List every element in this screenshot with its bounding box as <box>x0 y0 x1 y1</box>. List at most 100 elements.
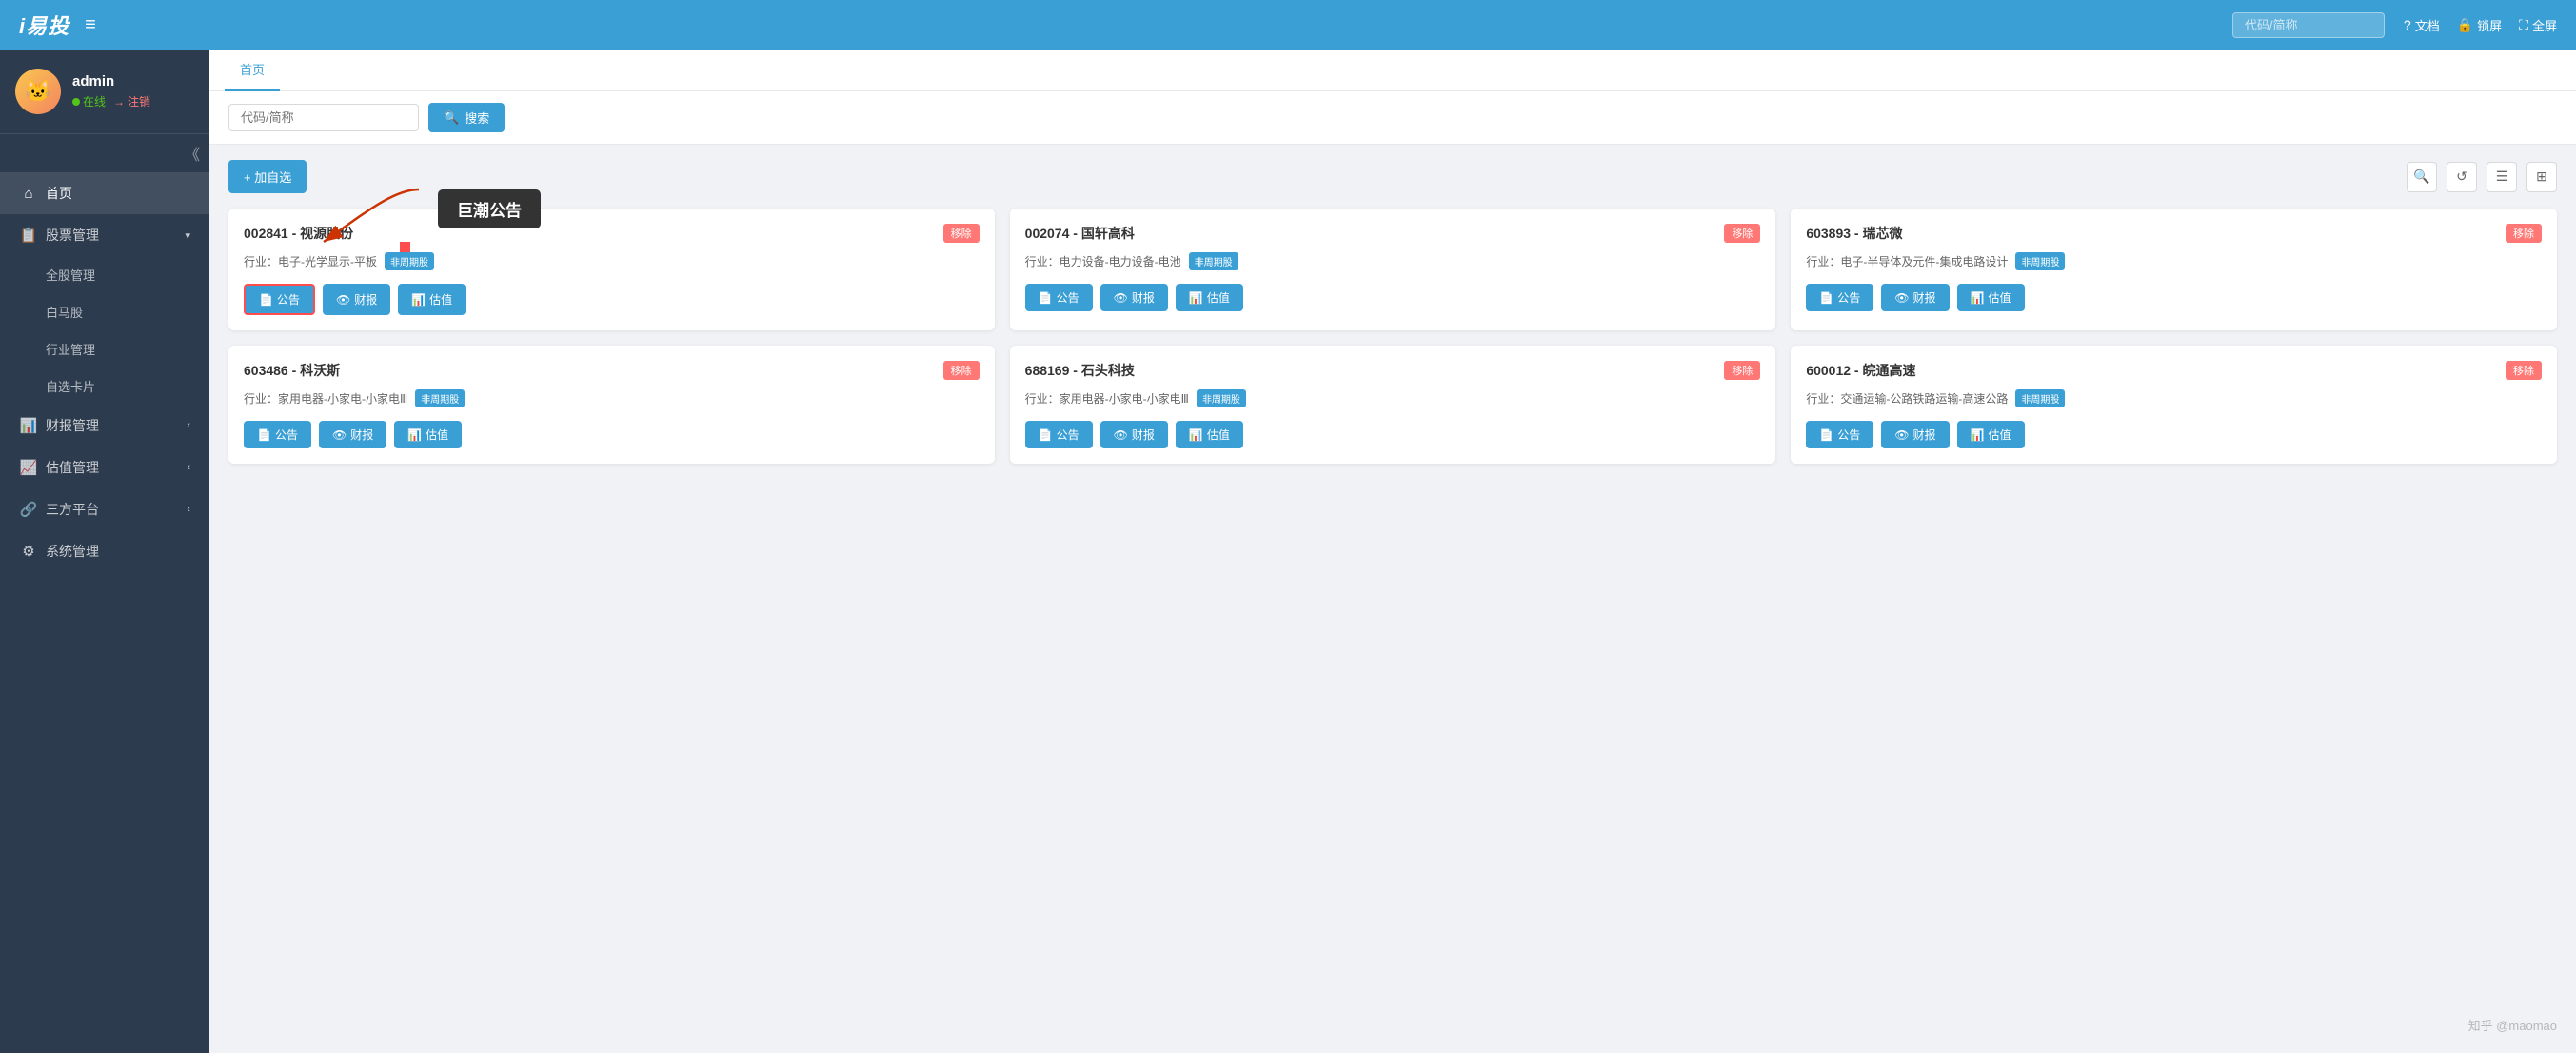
grid-view-button[interactable]: ⊞ <box>2526 162 2557 192</box>
announcement-button-0[interactable]: 📄 公告 <box>244 284 315 315</box>
list-view-button[interactable]: ☰ <box>2487 162 2517 192</box>
stock-title-4: 688169 - 石头科技 <box>1025 361 1135 380</box>
announcement-icon: 📄 <box>1819 291 1833 305</box>
lock-label: 锁屏 <box>2477 16 2502 34</box>
chevron-down-icon: ▾ <box>185 229 190 242</box>
search-label: 搜索 <box>465 109 489 127</box>
fullscreen-action[interactable]: ⛶ 全屏 <box>2519 16 2557 34</box>
remove-badge-3[interactable]: 移除 <box>943 361 980 380</box>
industry-text-4: 行业：家用电器-小家电-小家电Ⅲ <box>1025 390 1189 407</box>
sidebar-item-valuation[interactable]: 📈 估值管理 ‹ <box>0 447 209 488</box>
finance-button-0[interactable]: 👁 财报 <box>323 284 390 315</box>
card-actions-0: 📄 公告 👁 财报 📊 估值 <box>244 284 980 315</box>
header-left: i易投 ≡ <box>19 10 96 40</box>
stock-card-5: 600012 - 皖通高速 移除 行业：交通运输-公路铁路运输-高速公路 非周期… <box>1791 346 2557 464</box>
main-layout: 🐱 admin 在线 → 注销 《 <box>0 50 2576 1053</box>
announcement-label: 公告 <box>1837 427 1860 443</box>
stock-title-1: 002074 - 国轩高科 <box>1025 224 1135 243</box>
announcement-button-5[interactable]: 📄 公告 <box>1806 421 1873 448</box>
sidebar-item-system[interactable]: ⚙ 系统管理 <box>0 530 209 572</box>
valuation-icon: 📊 <box>407 428 422 442</box>
valuation-button-0[interactable]: 📊 估值 <box>398 284 466 315</box>
finance-button-1[interactable]: 👁 财报 <box>1100 284 1168 311</box>
chevron-icon: ‹ <box>187 462 190 473</box>
announcement-button-2[interactable]: 📄 公告 <box>1806 284 1873 311</box>
sidebar-item-stock[interactable]: 📋 股票管理 ▾ <box>0 214 209 256</box>
refresh-button[interactable]: ↺ <box>2447 162 2477 192</box>
tag-1: 非周期股 <box>1189 252 1238 270</box>
sidebar-item-label: 估值管理 <box>46 458 179 477</box>
stock-card-0: 002841 - 视源股份 移除 行业：电子-光学显示-平板 非周期股 📄 公告 <box>228 209 995 330</box>
valuation-button-4[interactable]: 📊 估值 <box>1176 421 1243 448</box>
list-icon: ☰ <box>2496 169 2508 185</box>
remove-badge-5[interactable]: 移除 <box>2506 361 2542 380</box>
toolbar: + 加自选 🔍 ↺ ☰ ⊞ <box>228 160 2557 193</box>
valuation-button-1[interactable]: 📊 估值 <box>1176 284 1243 311</box>
valuation-button-5[interactable]: 📊 估值 <box>1957 421 2025 448</box>
avatar: 🐱 <box>15 69 61 114</box>
card-actions-1: 📄 公告 👁 财报 📊 估值 <box>1025 284 1761 311</box>
finance-button-3[interactable]: 👁 财报 <box>319 421 386 448</box>
user-name: admin <box>72 73 194 89</box>
red-dot-indicator <box>400 242 410 252</box>
top-header: i易投 ≡ ? 文档 🔒 锁屏 ⛶ 全屏 <box>0 0 2576 50</box>
user-area: 🐱 admin 在线 → 注销 <box>0 50 209 134</box>
grid-icon: ⊞ <box>2536 169 2547 185</box>
search-bar: 🔍 搜索 <box>209 91 2576 145</box>
announcement-icon: 📄 <box>1819 428 1833 442</box>
card-industry-5: 行业：交通运输-公路铁路运输-高速公路 非周期股 <box>1806 389 2542 407</box>
valuation-button-2[interactable]: 📊 估值 <box>1957 284 2025 311</box>
card-industry-1: 行业：电力设备-电力设备-电池 非周期股 <box>1025 252 1761 270</box>
remove-badge-1[interactable]: 移除 <box>1724 224 1760 243</box>
logout-button[interactable]: → 注销 <box>113 93 150 109</box>
announcement-label: 公告 <box>277 291 300 308</box>
industry-text-2: 行业：电子-半导体及元件-集成电路设计 <box>1806 253 2008 269</box>
finance-button-4[interactable]: 👁 财报 <box>1100 421 1168 448</box>
online-label: 在线 <box>83 93 106 109</box>
header-search-input[interactable] <box>2232 12 2385 38</box>
doc-action[interactable]: ? 文档 <box>2404 16 2440 34</box>
search-button[interactable]: 🔍 搜索 <box>428 103 505 132</box>
sidebar-item-label: 财报管理 <box>46 416 179 435</box>
annotation-arrow <box>276 175 447 261</box>
user-status: 在线 → 注销 <box>72 93 194 109</box>
system-icon: ⚙ <box>19 543 38 560</box>
card-header-1: 002074 - 国轩高科 移除 <box>1025 224 1761 243</box>
sidebar-item-white-horse[interactable]: 白马股 <box>0 293 209 330</box>
announcement-label: 公告 <box>275 427 298 443</box>
search-icon-button[interactable]: 🔍 <box>2407 162 2437 192</box>
announcement-button-3[interactable]: 📄 公告 <box>244 421 311 448</box>
sidebar-item-industry[interactable]: 行业管理 <box>0 330 209 368</box>
announcement-button-4[interactable]: 📄 公告 <box>1025 421 1093 448</box>
valuation-icon: 📊 <box>1189 428 1203 442</box>
finance-button-5[interactable]: 👁 财报 <box>1881 421 1949 448</box>
remove-badge-0[interactable]: 移除 <box>943 224 980 243</box>
remove-badge-2[interactable]: 移除 <box>2506 224 2542 243</box>
sidebar-item-all-stocks[interactable]: 全股管理 <box>0 256 209 293</box>
chevron-icon: ‹ <box>187 504 190 515</box>
finance-label: 财报 <box>1132 289 1155 306</box>
finance-button-2[interactable]: 👁 财报 <box>1881 284 1949 311</box>
sidebar-nav: ⌂ 首页 📋 股票管理 ▾ 全股管理 白马股 行业管理 自选卡片 📊 财报管理 … <box>0 172 209 1053</box>
sidebar-item-watchlist[interactable]: 自选卡片 <box>0 368 209 405</box>
search-icon: 🔍 <box>444 110 459 126</box>
finance-label: 财报 <box>1913 427 1936 443</box>
announcement-icon: 📄 <box>1039 428 1053 442</box>
industry-text-5: 行业：交通运输-公路铁路运输-高速公路 <box>1806 390 2008 407</box>
sidebar-item-label: 系统管理 <box>46 542 190 561</box>
sidebar-item-home[interactable]: ⌂ 首页 <box>0 172 209 214</box>
sidebar-collapse[interactable]: 《 <box>0 134 209 172</box>
sidebar-item-third-party[interactable]: 🔗 三方平台 ‹ <box>0 488 209 530</box>
header-actions: ? 文档 🔒 锁屏 ⛶ 全屏 <box>2404 16 2557 34</box>
lock-action[interactable]: 🔒 锁屏 <box>2457 16 2502 34</box>
card-header-2: 603893 - 瑞芯微 移除 <box>1806 224 2542 243</box>
finance-label: 财报 <box>1913 289 1936 306</box>
announcement-button-1[interactable]: 📄 公告 <box>1025 284 1093 311</box>
card-header-4: 688169 - 石头科技 移除 <box>1025 361 1761 380</box>
search-input[interactable] <box>228 104 419 131</box>
sidebar-item-finance[interactable]: 📊 财报管理 ‹ <box>0 405 209 447</box>
remove-badge-4[interactable]: 移除 <box>1724 361 1760 380</box>
hamburger-icon[interactable]: ≡ <box>85 14 96 36</box>
valuation-button-3[interactable]: 📊 估值 <box>394 421 462 448</box>
tab-home[interactable]: 首页 <box>225 50 280 91</box>
